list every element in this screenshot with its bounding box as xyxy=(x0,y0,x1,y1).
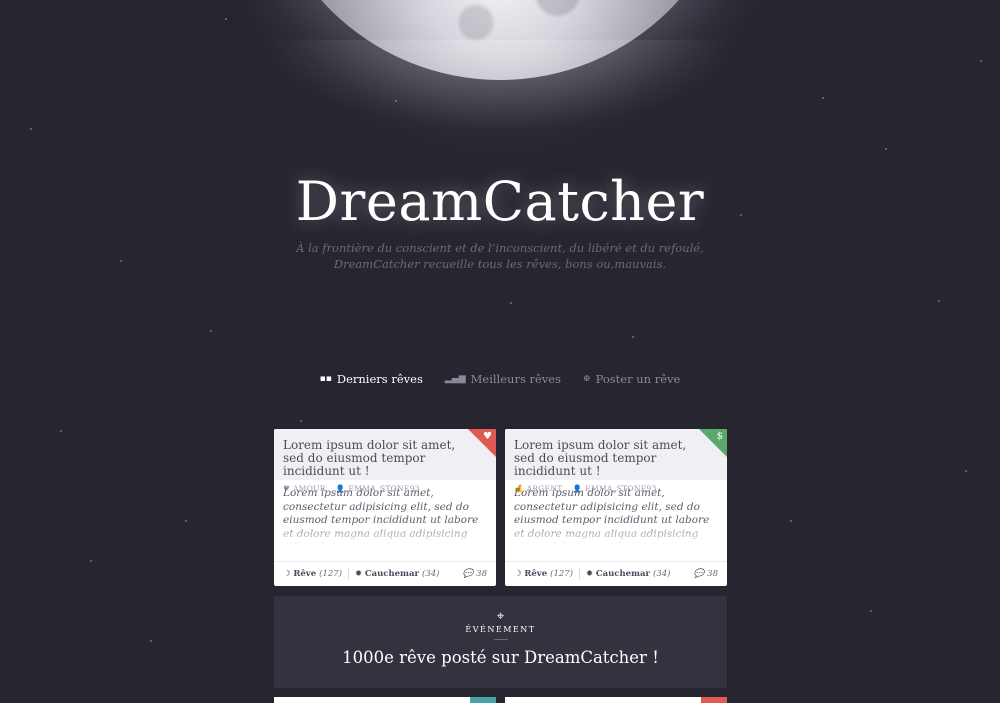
dream-card-footer: ☽ Rêve (127) ✹ Cauchemar (34) 💬 38 xyxy=(505,561,727,586)
grid-icon: ▪▪ xyxy=(319,374,332,384)
nightmare-icon: ✹ xyxy=(355,569,363,579)
next-card-peek[interactable] xyxy=(505,697,727,703)
dream-vote-count: (127) xyxy=(319,569,343,579)
dream-card[interactable]: Lorem ipsum dolor sit amet, sed do eiusm… xyxy=(505,429,727,586)
heart-icon: ♥ xyxy=(483,431,492,442)
comments-count: 38 xyxy=(707,569,718,579)
map-pin-icon: ⌖ xyxy=(496,609,505,624)
dream-vote-label[interactable]: Rêve xyxy=(524,569,547,579)
moon-icon: ☽ xyxy=(514,569,522,579)
comment-icon: 💬 xyxy=(693,569,705,579)
footer-divider xyxy=(348,568,350,580)
comments-link[interactable]: 💬 38 xyxy=(463,569,487,579)
dream-card-header: Lorem ipsum dolor sit amet, sed do eiusm… xyxy=(274,429,496,493)
nav-post-dream[interactable]: ⊕ Poster un rêve xyxy=(583,372,680,386)
moon-icon: ☽ xyxy=(283,569,291,579)
dream-vote-label[interactable]: Rêve xyxy=(293,569,316,579)
next-card-peek[interactable] xyxy=(274,697,496,703)
nav-latest-dreams-label: Derniers rêves xyxy=(336,372,423,386)
event-label: ÉVÉNEMENT xyxy=(465,625,536,634)
dream-card-header: Lorem ipsum dolor sit amet, sed do eiusm… xyxy=(505,429,727,493)
nightmare-icon: ✹ xyxy=(586,569,594,579)
event-banner[interactable]: ⌖ ÉVÉNEMENT 1000e rêve posté sur DreamCa… xyxy=(274,596,727,688)
nav-latest-dreams[interactable]: ▪▪ Derniers rêves xyxy=(320,372,423,386)
plus-circle-icon: ⊕ xyxy=(583,374,591,384)
comment-icon: 💬 xyxy=(462,569,474,579)
nav-best-dreams[interactable]: ▂▄▆ Meilleurs rêves xyxy=(445,372,561,386)
nightmare-vote-count: (34) xyxy=(422,569,440,579)
nightmare-vote-label[interactable]: Cauchemar xyxy=(596,569,650,579)
nav-best-dreams-label: Meilleurs rêves xyxy=(470,372,562,386)
event-divider xyxy=(493,639,508,640)
money-bag-icon: $ xyxy=(716,431,723,442)
site-logo[interactable]: DreamCatcher xyxy=(0,170,1000,233)
category-corner-ribbon xyxy=(470,697,496,703)
footer-divider xyxy=(579,568,581,580)
dream-card-title[interactable]: Lorem ipsum dolor sit amet, sed do eiusm… xyxy=(514,439,704,478)
category-corner-ribbon xyxy=(701,697,727,703)
nightmare-vote-label[interactable]: Cauchemar xyxy=(365,569,419,579)
dream-card-footer: ☽ Rêve (127) ✹ Cauchemar (34) 💬 38 xyxy=(274,561,496,586)
dream-card-excerpt: Lorem ipsum dolor sit amet, consectetur … xyxy=(505,480,727,545)
dream-card-title[interactable]: Lorem ipsum dolor sit amet, sed do eiusm… xyxy=(283,439,473,478)
event-title: 1000e rêve posté sur DreamCatcher ! xyxy=(342,648,659,667)
moon-glow xyxy=(260,40,740,130)
tagline-line-2: DreamCatcher recueille tous les rêves, b… xyxy=(333,257,667,271)
tagline-line-1: À la frontière du conscient et de l’inco… xyxy=(296,241,704,255)
comments-count: 38 xyxy=(476,569,487,579)
site-tagline: À la frontière du conscient et de l’inco… xyxy=(0,240,1000,272)
comments-link[interactable]: 💬 38 xyxy=(694,569,718,579)
bar-chart-icon: ▂▄▆ xyxy=(444,374,466,384)
dream-card[interactable]: Lorem ipsum dolor sit amet, sed do eiusm… xyxy=(274,429,496,586)
nightmare-vote-count: (34) xyxy=(653,569,671,579)
nav-post-dream-label: Poster un rêve xyxy=(595,372,681,386)
dream-vote-count: (127) xyxy=(550,569,574,579)
main-nav: ▪▪ Derniers rêves ▂▄▆ Meilleurs rêves ⊕ … xyxy=(0,372,1000,386)
dream-card-excerpt: Lorem ipsum dolor sit amet, consectetur … xyxy=(274,480,496,545)
